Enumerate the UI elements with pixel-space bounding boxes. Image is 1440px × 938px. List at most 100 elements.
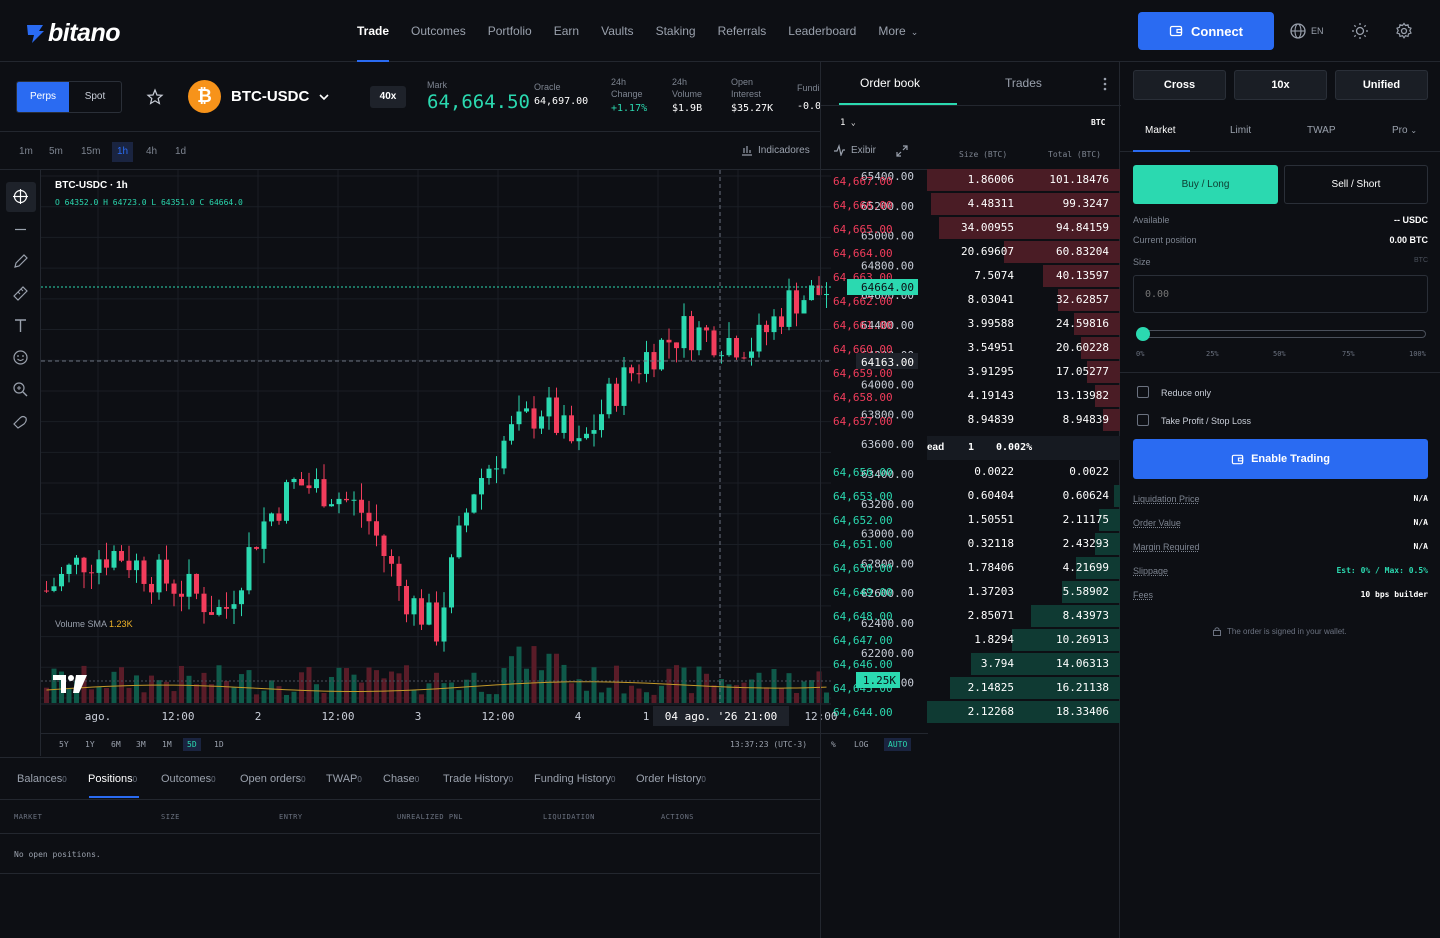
orderbook-row-asks[interactable]: 1.86006 101.18476: [927, 168, 1120, 192]
range-1y[interactable]: 1Y: [81, 738, 99, 751]
orderbook-row-asks[interactable]: 34.00955 94.84159: [927, 216, 1120, 240]
nav-referrals[interactable]: Referrals: [707, 0, 778, 62]
pair-selector[interactable]: BTC-USDC: [231, 88, 309, 105]
tab-balances[interactable]: Balances0: [17, 773, 67, 785]
orderbook-row-bids[interactable]: 2.85071 8.43973: [927, 604, 1120, 628]
slider-thumb[interactable]: [1136, 327, 1150, 341]
orderbook-row-asks[interactable]: 4.48311 99.3247: [927, 192, 1120, 216]
nav-outcomes[interactable]: Outcomes: [400, 0, 477, 62]
nav-portfolio[interactable]: Portfolio: [477, 0, 543, 62]
tab-market[interactable]: Market: [1145, 125, 1176, 136]
pencil-icon[interactable]: [12, 253, 29, 270]
orderbook-row-bids[interactable]: 0.0022 0.0022: [927, 460, 1120, 484]
connect-button[interactable]: Connect: [1138, 12, 1274, 50]
tab-order-book[interactable]: Order book: [860, 76, 920, 90]
orderbook-row-bids[interactable]: 2.14825 16.21138: [927, 676, 1120, 700]
summary-label[interactable]: Order Value: [1133, 518, 1181, 528]
crosshair-icon[interactable]: [12, 188, 29, 205]
orderbook-row-bids[interactable]: 1.8294 10.26913: [927, 628, 1120, 652]
nav-leaderboard[interactable]: Leaderboard: [777, 0, 867, 62]
timeframe-1d[interactable]: 1d: [170, 142, 191, 162]
gear-icon[interactable]: [1395, 22, 1413, 40]
bitano-logo[interactable]: bitano: [24, 19, 121, 48]
timeframe-5m[interactable]: 5m: [44, 142, 68, 162]
sell-short-button[interactable]: Sell / Short: [1284, 165, 1428, 204]
nav-staking[interactable]: Staking: [645, 0, 707, 62]
perps-tab[interactable]: Perps: [17, 82, 69, 112]
tab-limit[interactable]: Limit: [1230, 125, 1251, 136]
orderbook-row-asks[interactable]: 3.91295 17.05277: [927, 360, 1120, 384]
tab-outcomes[interactable]: Outcomes0: [161, 773, 216, 785]
price-grouping-select[interactable]: 1 ⌄: [840, 118, 856, 128]
tradingview-logo-icon[interactable]: [52, 673, 88, 695]
orderbook-row-asks[interactable]: 7.5074 40.13597: [927, 264, 1120, 288]
orderbook-row-asks[interactable]: 8.94839 8.94839: [927, 408, 1120, 432]
orderbook-row-bids[interactable]: 0.32118 2.43293: [927, 532, 1120, 556]
chevron-down-icon[interactable]: [318, 92, 330, 102]
size-input[interactable]: [1134, 276, 1427, 312]
orderbook-unit[interactable]: BTC: [1091, 118, 1105, 127]
orderbook-row-asks[interactable]: 3.54951 20.60228: [927, 336, 1120, 360]
tab-pro[interactable]: Pro ⌄: [1392, 125, 1417, 136]
nav-vaults[interactable]: Vaults: [590, 0, 644, 62]
tab-twap[interactable]: TWAP0: [326, 773, 362, 785]
summary-label[interactable]: Fees: [1133, 590, 1153, 600]
ruler-icon[interactable]: [12, 285, 29, 302]
tab-positions[interactable]: Positions0: [88, 773, 137, 785]
range-5y[interactable]: 5Y: [55, 738, 73, 751]
tpsl-checkbox[interactable]: [1137, 414, 1149, 426]
enable-trading-button[interactable]: Enable Trading: [1133, 439, 1428, 479]
language-label[interactable]: EN: [1311, 26, 1324, 36]
favorite-star-icon[interactable]: [146, 88, 164, 106]
summary-label[interactable]: Slippage: [1133, 566, 1168, 576]
indicators-button[interactable]: Indicadores: [741, 144, 810, 156]
text-tool-icon[interactable]: [12, 317, 29, 334]
orderbook-row-bids[interactable]: 3.794 14.06313: [927, 652, 1120, 676]
tab-order-history[interactable]: Order History0: [636, 773, 706, 785]
spot-tab[interactable]: Spot: [69, 82, 121, 112]
chart-canvas[interactable]: 65400.0065200.0065000.0064800.0064600.00…: [41, 170, 928, 733]
reduce-only-checkbox[interactable]: [1137, 386, 1149, 398]
tab-open-orders[interactable]: Open orders0: [240, 773, 306, 785]
orderbook-row-asks[interactable]: 8.03041 32.62857: [927, 288, 1120, 312]
summary-label[interactable]: Margin Required: [1133, 542, 1200, 552]
emoji-icon[interactable]: [12, 349, 29, 366]
tab-twap[interactable]: TWAP: [1307, 125, 1336, 136]
orderbook-row-asks[interactable]: 4.19143 13.13982: [927, 384, 1120, 408]
tab-trades[interactable]: Trades: [1005, 76, 1042, 90]
leverage-badge[interactable]: 40x: [370, 86, 406, 108]
price-chart[interactable]: 65400.00 65200.00 65000.00 64800.00 64600.00…: [41, 170, 928, 756]
orderbook-row-bids[interactable]: 0.60404 0.60624: [927, 484, 1120, 508]
orderbook-row-bids[interactable]: 1.37203 5.58902: [927, 580, 1120, 604]
nav-more[interactable]: More ⌄: [867, 0, 929, 62]
timeframe-1m[interactable]: 1m: [14, 142, 38, 162]
timeframe-4h[interactable]: 4h: [141, 142, 162, 162]
tab-funding-history[interactable]: Funding History0: [534, 773, 616, 785]
summary-label[interactable]: Liquidation Price: [1133, 494, 1200, 504]
leverage-button[interactable]: 10x: [1234, 70, 1327, 100]
range-5d[interactable]: 5D: [183, 738, 201, 751]
timeframe-15m[interactable]: 15m: [76, 142, 105, 162]
sun-icon[interactable]: [1351, 22, 1369, 40]
range-1m[interactable]: 1M: [158, 738, 176, 751]
tab-trade-history[interactable]: Trade History0: [443, 773, 513, 785]
nav-trade[interactable]: Trade: [346, 0, 400, 62]
size-slider[interactable]: [1136, 327, 1426, 341]
trend-line-icon[interactable]: [12, 221, 29, 238]
orderbook-row-bids[interactable]: 2.12268 18.33406: [927, 700, 1120, 724]
orderbook-row-bids[interactable]: 1.78406 4.21699: [927, 556, 1120, 580]
orderbook-row-asks[interactable]: 20.69607 60.83204: [927, 240, 1120, 264]
nav-earn[interactable]: Earn: [543, 0, 590, 62]
globe-icon[interactable]: [1289, 22, 1307, 40]
range-3m[interactable]: 3M: [132, 738, 150, 751]
more-options-icon[interactable]: [1102, 76, 1108, 92]
magnet-icon[interactable]: [12, 413, 29, 430]
chart-clock[interactable]: 13:37:23 (UTC-3): [730, 740, 807, 749]
orderbook-row-asks[interactable]: 3.99588 24.59816: [927, 312, 1120, 336]
range-1d[interactable]: 1D: [210, 738, 228, 751]
account-mode-button[interactable]: Unified: [1335, 70, 1428, 100]
range-6m[interactable]: 6M: [107, 738, 125, 751]
tab-chase[interactable]: Chase0: [383, 773, 419, 785]
margin-cross-button[interactable]: Cross: [1133, 70, 1226, 100]
orderbook-row-bids[interactable]: 1.50551 2.11175: [927, 508, 1120, 532]
